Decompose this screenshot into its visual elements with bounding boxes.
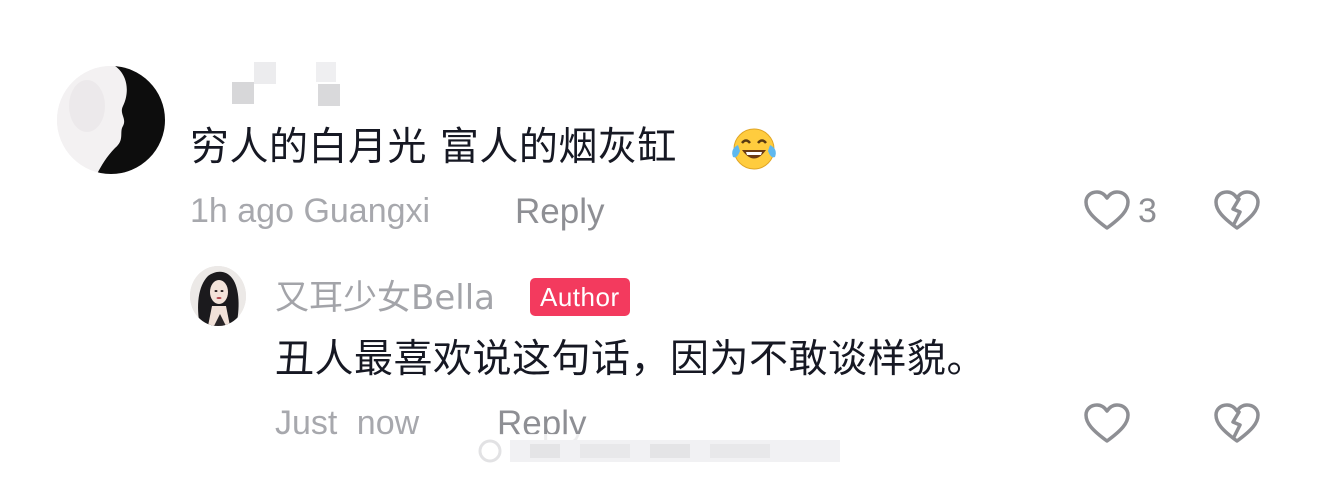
author-badge: Author <box>530 278 630 316</box>
heart-outline-icon[interactable] <box>1082 188 1132 234</box>
comment-text: 穷人的白月光 富人的烟灰缸 <box>190 125 677 170</box>
commenter-avatar[interactable] <box>57 66 165 174</box>
comment-timestamp: 1h ago Guangxi <box>190 192 431 230</box>
like-count: 3 <box>1138 192 1157 230</box>
tears-of-joy-emoji-icon <box>729 125 779 171</box>
reply-text: 丑人最喜欢说这句话，因为不敢谈样貌。 <box>275 337 987 382</box>
broken-heart-icon[interactable] <box>1212 401 1262 447</box>
broken-heart-icon[interactable] <box>1212 188 1262 234</box>
reply-timestamp: Just now <box>275 404 420 442</box>
username-mosaic <box>230 60 350 110</box>
heart-outline-icon[interactable] <box>1082 401 1132 447</box>
watermark-overlay <box>470 434 850 468</box>
reply-author-name[interactable]: 又耳少女Bella <box>275 277 495 319</box>
reply-button[interactable]: Reply <box>515 192 604 232</box>
author-avatar[interactable] <box>190 266 246 326</box>
